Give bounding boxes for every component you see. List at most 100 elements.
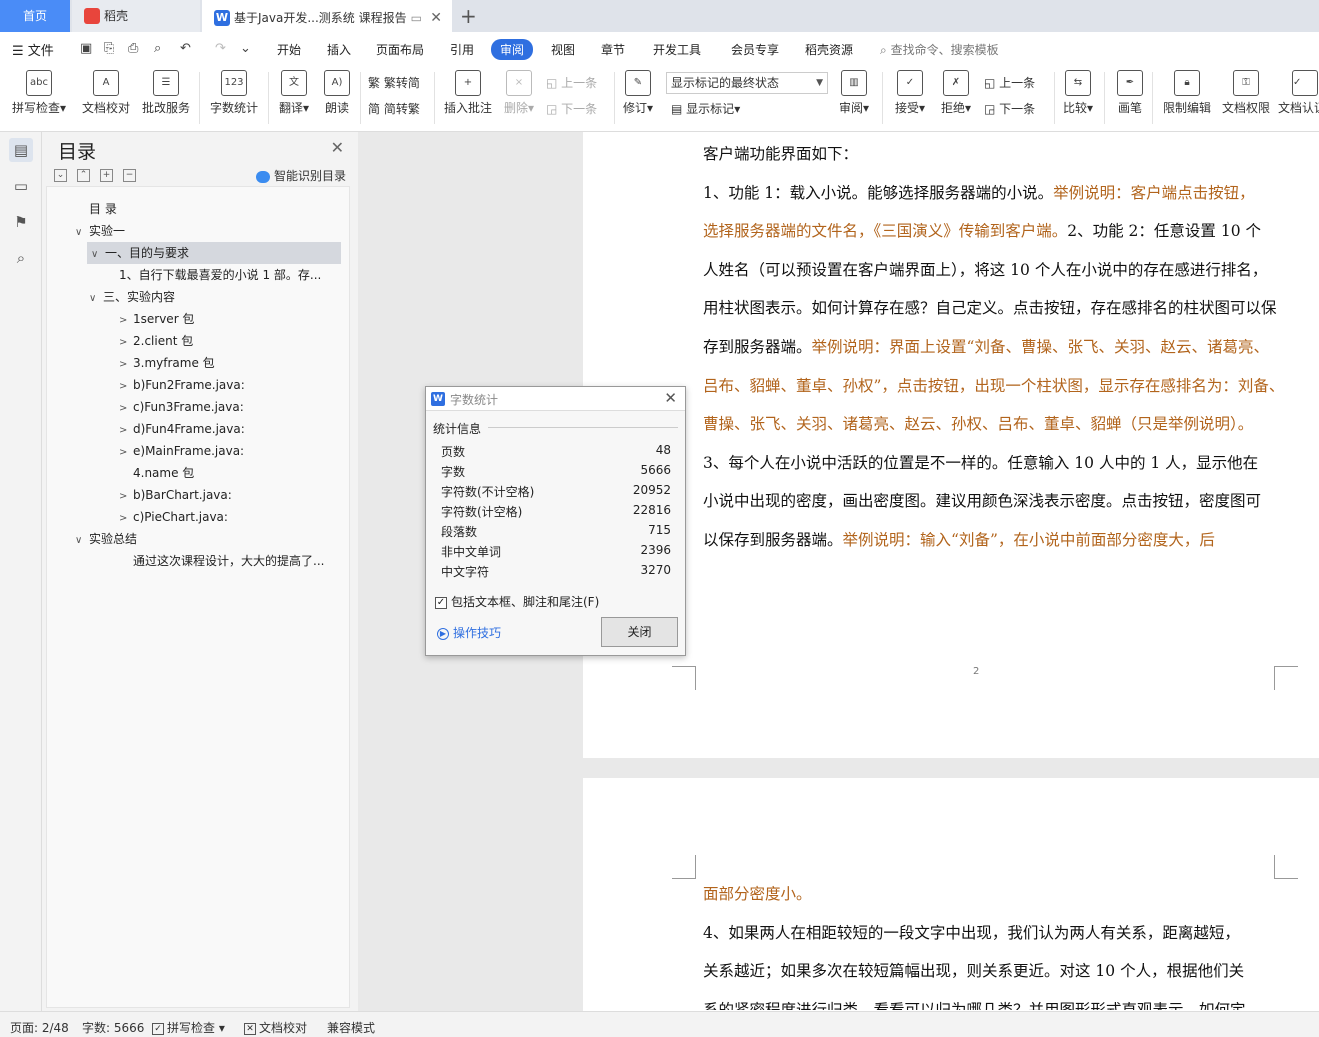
word-count-indicator[interactable]: 字数: 5666	[82, 1019, 144, 1036]
chevron-right-icon[interactable]: >	[119, 486, 133, 506]
status-doccheck[interactable]: ✕ 文档校对	[244, 1019, 307, 1036]
new-tab-button[interactable]: +	[460, 0, 477, 32]
command-search[interactable]: ⌕ 查找命令、搜索模板	[880, 41, 999, 58]
bookmark-icon[interactable]: ⚑	[9, 210, 33, 234]
undo-icon[interactable]: ↶	[180, 41, 191, 56]
close-icon[interactable]: ✕	[664, 389, 677, 407]
chevron-right-icon[interactable]: >	[119, 442, 133, 462]
doccheck-button[interactable]: A 文档校对	[80, 70, 132, 116]
expand-up-icon[interactable]: ⌃	[77, 169, 90, 182]
toc-item[interactable]: 1、自行下载最喜爱的小说 1 部。存...	[119, 264, 337, 286]
read-aloud-button[interactable]: A) 朗读	[320, 70, 354, 116]
smart-toc-button[interactable]: 智能识别目录	[255, 167, 346, 184]
export-icon[interactable]: ⎘	[104, 41, 114, 56]
chevron-down-icon[interactable]: ∨	[75, 530, 89, 550]
chevron-down-icon[interactable]: ∨	[91, 244, 105, 264]
menu-start[interactable]: 开始	[277, 41, 301, 58]
delete-comment-button[interactable]: × 删除▾	[500, 70, 538, 116]
dialog-titlebar[interactable]: W 字数统计 ✕	[426, 387, 685, 411]
toc-item[interactable]: 4.name 包	[133, 462, 337, 484]
save-icon[interactable]: ▣	[80, 41, 92, 56]
file-menu[interactable]: ☰ 文件	[12, 40, 54, 59]
toc-icon[interactable]: ▤	[9, 138, 33, 162]
print-icon[interactable]: ⎙	[128, 41, 138, 56]
monitor-icon[interactable]: ▭	[411, 2, 422, 34]
redo-icon[interactable]: ↷	[215, 41, 226, 56]
close-icon[interactable]: ✕	[430, 2, 442, 34]
wordcount-button[interactable]: 123 字数统计	[208, 70, 260, 116]
review-pane-button[interactable]: ▥ 审阅▾	[836, 70, 872, 116]
chevron-right-icon[interactable]: >	[119, 508, 133, 528]
menu-member[interactable]: 会员专享	[731, 41, 779, 58]
doc-certify-button[interactable]: ✓ 文档认证	[1278, 70, 1319, 116]
collapse-all-icon[interactable]: ⌄	[54, 169, 67, 182]
chevron-right-icon[interactable]: >	[119, 332, 133, 352]
toc-item[interactable]: 目 录	[89, 198, 337, 220]
navigation-icon[interactable]: ▭	[9, 174, 33, 198]
translate-button[interactable]: 文翻译▾	[276, 70, 312, 116]
simp-to-trad-button[interactable]: 简 简转繁	[368, 100, 420, 117]
close-icon[interactable]: ✕	[331, 138, 344, 157]
tab-document[interactable]: W 基于Java开发...测系统 课程报告 ▭ ✕	[202, 0, 452, 32]
toc-item[interactable]: > d)Fun4Frame.java:	[119, 418, 337, 440]
toc-item[interactable]: >1server 包	[119, 308, 337, 330]
pen-button[interactable]: ✒ 画笔	[1112, 70, 1148, 116]
toc-item[interactable]: > c)PieChart.java:	[119, 506, 337, 528]
chevron-right-icon[interactable]: >	[119, 310, 133, 330]
chevron-right-icon[interactable]: >	[119, 398, 133, 418]
toc-item[interactable]: ∨ 实验总结	[75, 528, 337, 550]
spellcheck-button[interactable]: abc 拼写检查▾	[8, 70, 70, 116]
menu-review[interactable]: 审阅	[491, 39, 534, 60]
toc-item[interactable]: > b)Fun2Frame.java:	[119, 374, 337, 396]
doc-permission-button[interactable]: ⚿ 文档权限	[1220, 70, 1272, 116]
toc-item[interactable]: > e)MainFrame.java:	[119, 440, 337, 462]
chevron-down-icon[interactable]: ∨	[75, 222, 89, 242]
reject-button[interactable]: ✗ 拒绝▾	[938, 70, 974, 116]
toc-item[interactable]: > c)Fun3Frame.java:	[119, 396, 337, 418]
tips-link[interactable]: ▶ 操作技巧	[437, 624, 501, 641]
prev-change-button[interactable]: ◱ 上一条	[984, 74, 1035, 91]
trad-to-simp-button[interactable]: 繁 繁转简	[368, 74, 420, 91]
next-comment-button[interactable]: ◲ 下一条	[546, 100, 597, 117]
toc-item[interactable]: 通过这次课程设计，大大的提高了...	[133, 550, 337, 572]
accept-button[interactable]: ✓ 接受▾	[892, 70, 928, 116]
preview-icon[interactable]: ⌕	[154, 41, 161, 56]
menu-chapter[interactable]: 章节	[601, 41, 625, 58]
prev-comment-button[interactable]: ◱ 上一条	[546, 74, 597, 91]
search-icon[interactable]: ⌕	[9, 246, 33, 270]
show-markup-button[interactable]: ▤ 显示标记▾	[671, 100, 740, 117]
chevron-right-icon[interactable]: >	[119, 420, 133, 440]
chevron-right-icon[interactable]: >	[119, 376, 133, 396]
compare-button[interactable]: ⇆ 比较▾	[1060, 70, 1096, 116]
restrict-edit-button[interactable]: 🔒︎ 限制编辑	[1160, 70, 1214, 116]
toc-item[interactable]: ∨ 一、目的与要求	[87, 242, 341, 264]
add-level-icon[interactable]: +	[100, 169, 113, 182]
menu-devtools[interactable]: 开发工具	[653, 41, 701, 58]
close-button[interactable]: 关闭	[601, 617, 678, 647]
markup-state-select[interactable]: 显示标记的最终状态 ▼	[666, 72, 828, 94]
search-icon: ⌕	[880, 43, 887, 57]
quick-access-dropdown-icon[interactable]: ⌄	[240, 41, 251, 56]
toc-item[interactable]: >2.client 包	[119, 330, 337, 352]
toc-item[interactable]: ∨ 三、实验内容	[89, 286, 337, 308]
chevron-right-icon[interactable]: >	[119, 354, 133, 374]
insert-comment-button[interactable]: + 插入批注	[441, 70, 495, 116]
toc-item[interactable]: ∨ 实验一	[75, 220, 337, 242]
menu-view[interactable]: 视图	[551, 41, 575, 58]
next-change-button[interactable]: ◲ 下一条	[984, 100, 1035, 117]
menu-layout[interactable]: 页面布局	[376, 41, 424, 58]
menu-reference[interactable]: 引用	[450, 41, 474, 58]
include-textbox-checkbox[interactable]: ✓ 包括文本框、脚注和尾注(F)	[435, 593, 599, 610]
remove-level-icon[interactable]: −	[123, 169, 136, 182]
page-indicator[interactable]: 页面: 2/48	[10, 1019, 69, 1036]
revise-button[interactable]: ✎ 修订▾	[620, 70, 656, 116]
menu-daoke-resources[interactable]: 稻壳资源	[805, 41, 853, 58]
chevron-down-icon[interactable]: ∨	[89, 288, 103, 308]
tab-home[interactable]: 首页	[0, 0, 70, 32]
status-spellcheck[interactable]: ✓ 拼写检查 ▾	[152, 1019, 225, 1036]
toc-item[interactable]: > b)BarChart.java:	[119, 484, 337, 506]
menu-insert[interactable]: 插入	[327, 41, 351, 58]
batch-service-button[interactable]: ☰ 批改服务	[140, 70, 192, 116]
tab-daoke[interactable]: 稻壳	[72, 0, 200, 32]
toc-item[interactable]: >3.myframe 包	[119, 352, 337, 374]
